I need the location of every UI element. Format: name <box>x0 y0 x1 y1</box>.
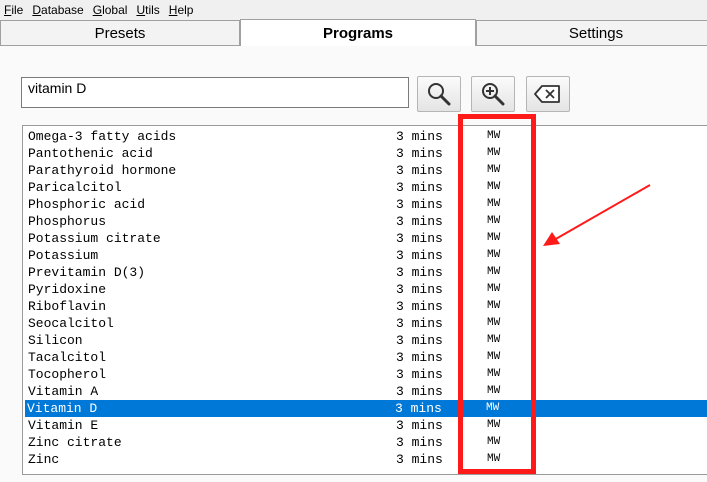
program-mode: MW <box>487 181 501 193</box>
tab-presets[interactable]: Presets <box>0 20 240 45</box>
program-name: Silicon <box>28 333 83 348</box>
program-duration: 3 mins <box>396 146 443 161</box>
backspace-icon <box>534 85 560 103</box>
program-name: Pyridoxine <box>28 282 107 297</box>
menu-global[interactable]: Global <box>89 3 132 17</box>
program-duration: 3 mins <box>396 248 443 263</box>
program-duration: 3 mins <box>396 129 443 144</box>
program-mode: MW <box>487 164 501 176</box>
program-name: Previtamin D(3) <box>28 265 146 280</box>
program-mode: MW <box>487 266 501 278</box>
program-mode: MW <box>487 283 501 295</box>
program-name: Tacalcitol <box>28 350 107 365</box>
program-mode: MW <box>487 198 501 210</box>
program-duration: 3 mins <box>396 299 443 314</box>
program-name: Phosphorus <box>28 214 107 229</box>
program-name: Vitamin A <box>28 384 99 399</box>
program-duration: 3 mins <box>396 333 443 348</box>
program-mode: MW <box>487 334 501 346</box>
menu-utils[interactable]: Utils <box>132 3 163 17</box>
program-duration: 3 mins <box>396 350 443 365</box>
zoom-in-icon <box>482 83 505 106</box>
program-mode: MW <box>487 300 501 312</box>
program-name: Phosphoric acid <box>28 197 146 212</box>
program-mode: MW <box>487 419 501 431</box>
menu-database[interactable]: Database <box>28 3 87 17</box>
program-mode: MW <box>487 351 501 363</box>
program-duration: 3 mins <box>395 401 442 416</box>
program-mode: MW <box>487 147 501 159</box>
search-button[interactable] <box>417 76 461 112</box>
program-name: Vitamin E <box>28 418 99 433</box>
program-duration: 3 mins <box>396 367 443 382</box>
program-duration: 3 mins <box>396 265 443 280</box>
program-duration: 3 mins <box>396 163 443 178</box>
list-item[interactable]: Vitamin D 3 mins MW <box>25 400 707 417</box>
program-mode: MW <box>487 453 501 465</box>
program-duration: 3 mins <box>396 384 443 399</box>
program-name: Tocopherol <box>28 367 107 382</box>
search-icon <box>428 83 451 106</box>
programs-list[interactable]: Omega-3 fatty acids 3 mins MW Pantothenic a… <box>22 125 707 475</box>
program-mode: MW <box>487 215 501 227</box>
program-mode: MW <box>487 368 501 380</box>
search-input[interactable] <box>21 77 409 108</box>
program-duration: 3 mins <box>396 282 443 297</box>
program-name: Potassium <box>28 248 99 263</box>
program-name: Parathyroid hormone <box>28 163 177 178</box>
tab-settings[interactable]: Settings <box>476 20 707 45</box>
program-name: Pantothenic acid <box>28 146 153 161</box>
program-duration: 3 mins <box>396 452 443 467</box>
program-name: Riboflavin <box>28 299 107 314</box>
clear-search-button[interactable] <box>526 76 570 112</box>
menu-help[interactable]: Help <box>165 3 198 17</box>
program-name: Potassium citrate <box>28 231 161 246</box>
program-name: Vitamin D <box>27 401 98 416</box>
program-mode: MW <box>487 249 501 261</box>
program-name: Paricalcitol <box>28 180 122 195</box>
program-name: Seocalcitol <box>28 316 114 331</box>
menu-bar: File Database Global Utils Help <box>0 0 707 19</box>
program-mode: MW <box>486 402 500 414</box>
program-duration: 3 mins <box>396 435 443 450</box>
program-name: Zinc citrate <box>28 435 122 450</box>
program-duration: 3 mins <box>396 418 443 433</box>
program-mode: MW <box>487 130 501 142</box>
program-name: Omega-3 fatty acids <box>28 129 177 144</box>
program-mode: MW <box>487 317 501 329</box>
menu-file[interactable]: File <box>0 3 27 17</box>
zoom-in-button[interactable] <box>471 76 515 112</box>
program-duration: 3 mins <box>396 197 443 212</box>
program-name: Zinc <box>28 452 60 467</box>
program-mode: MW <box>487 436 501 448</box>
program-mode: MW <box>487 385 501 397</box>
program-duration: 3 mins <box>396 316 443 331</box>
program-duration: 3 mins <box>396 180 443 195</box>
program-duration: 3 mins <box>396 231 443 246</box>
program-duration: 3 mins <box>396 214 443 229</box>
tab-programs[interactable]: Programs <box>240 19 476 46</box>
program-mode: MW <box>487 232 501 244</box>
